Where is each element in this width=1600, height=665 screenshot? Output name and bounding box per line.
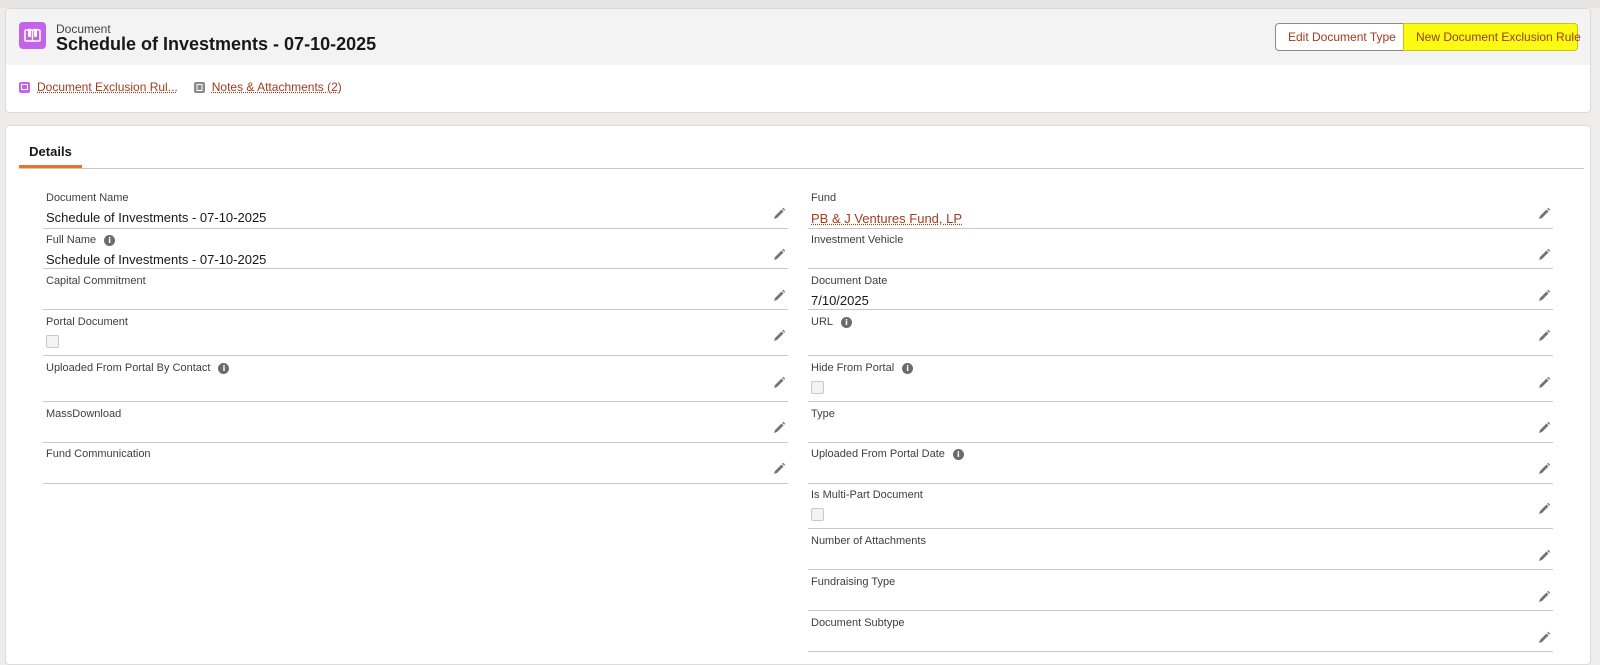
- field-fund-communication: Fund Communication: [43, 448, 788, 484]
- field-label: Document Date: [811, 275, 887, 287]
- field-label-text: Uploaded From Portal Date: [811, 448, 945, 460]
- tab-bar: Details: [19, 140, 1584, 169]
- field-label: Uploaded From Portal Date i: [811, 448, 964, 460]
- field-label: Fund: [811, 192, 836, 204]
- pencil-edit-icon[interactable]: [772, 376, 786, 390]
- field-label: Document Name: [46, 192, 129, 204]
- field-full-name: Full Name i Schedule of Investments - 07-…: [43, 234, 788, 269]
- field-investment-vehicle: Investment Vehicle: [808, 234, 1553, 269]
- record-header: Document Schedule of Investments - 07-10…: [5, 8, 1591, 113]
- info-icon[interactable]: i: [841, 317, 852, 328]
- pencil-edit-icon[interactable]: [1537, 462, 1551, 476]
- field-number-of-attachments: Number of Attachments: [808, 535, 1553, 570]
- field-type: Type: [808, 408, 1553, 443]
- field-fund: Fund PB & J Ventures Fund, LP: [808, 192, 1553, 229]
- file-icon: [194, 82, 205, 93]
- pencil-edit-icon[interactable]: [772, 329, 786, 343]
- field-label: URL i: [811, 316, 852, 328]
- field-document-date: Document Date 7/10/2025: [808, 275, 1553, 310]
- pencil-edit-icon[interactable]: [1537, 329, 1551, 343]
- field-label-text: URL: [811, 316, 833, 328]
- field-label: Portal Document: [46, 316, 128, 328]
- pencil-edit-icon[interactable]: [1537, 289, 1551, 303]
- field-uploaded-from-portal-by-contact: Uploaded From Portal By Contact i: [43, 362, 788, 402]
- field-value: Schedule of Investments - 07-10-2025: [46, 252, 266, 267]
- hide-from-portal-checkbox[interactable]: [811, 381, 824, 394]
- field-hide-from-portal: Hide From Portal i: [808, 362, 1553, 402]
- new-document-exclusion-rule-button[interactable]: New Document Exclusion Rule: [1403, 23, 1578, 51]
- pencil-edit-icon[interactable]: [1537, 590, 1551, 604]
- field-label: Fundraising Type: [811, 576, 895, 588]
- pencil-edit-icon[interactable]: [772, 421, 786, 435]
- pencil-edit-icon[interactable]: [1537, 207, 1551, 221]
- related-link-notes-attachments[interactable]: Notes & Attachments (2): [194, 80, 342, 94]
- pencil-edit-icon[interactable]: [1537, 549, 1551, 563]
- field-value: Schedule of Investments - 07-10-2025: [46, 210, 266, 225]
- field-label: Number of Attachments: [811, 535, 926, 547]
- field-label: MassDownload: [46, 408, 121, 420]
- pencil-edit-icon[interactable]: [1537, 376, 1551, 390]
- tab-details[interactable]: Details: [19, 140, 82, 168]
- field-value: 7/10/2025: [811, 293, 869, 308]
- pencil-edit-icon[interactable]: [772, 462, 786, 476]
- field-label-text: Hide From Portal: [811, 362, 894, 374]
- pencil-edit-icon[interactable]: [772, 248, 786, 262]
- pencil-edit-icon[interactable]: [772, 207, 786, 221]
- info-icon[interactable]: i: [902, 363, 913, 374]
- document-book-icon: [19, 82, 30, 93]
- field-label: Document Subtype: [811, 617, 905, 629]
- document-book-icon: [19, 22, 46, 49]
- field-label-text: Uploaded From Portal By Contact: [46, 362, 210, 374]
- details-panel: Details Document Name Schedule of Invest…: [5, 125, 1591, 665]
- fund-link[interactable]: PB & J Ventures Fund, LP: [811, 211, 962, 226]
- field-label-text: Full Name: [46, 234, 96, 246]
- field-fundraising-type: Fundraising Type: [808, 576, 1553, 611]
- record-title: Schedule of Investments - 07-10-2025: [56, 34, 376, 55]
- related-link-label[interactable]: Document Exclusion Rul...: [37, 80, 178, 94]
- field-capital-commitment: Capital Commitment: [43, 275, 788, 310]
- window-top-strip: [0, 0, 1600, 8]
- info-icon[interactable]: i: [953, 449, 964, 460]
- related-list-quick-links: Document Exclusion Rul... Notes & Attach…: [19, 80, 358, 94]
- field-label: Fund Communication: [46, 448, 151, 460]
- info-icon[interactable]: i: [218, 363, 229, 374]
- pencil-edit-icon[interactable]: [1537, 631, 1551, 645]
- pencil-edit-icon[interactable]: [1537, 502, 1551, 516]
- field-label: Is Multi-Part Document: [811, 489, 923, 501]
- field-label: Full Name i: [46, 234, 115, 246]
- field-label: Capital Commitment: [46, 275, 146, 287]
- field-uploaded-from-portal-date: Uploaded From Portal Date i: [808, 448, 1553, 484]
- field-url: URL i: [808, 316, 1553, 356]
- record-header-bar: Document Schedule of Investments - 07-10…: [6, 9, 1590, 65]
- field-document-name: Document Name Schedule of Investments - …: [43, 192, 788, 229]
- portal-document-checkbox[interactable]: [46, 335, 59, 348]
- pencil-edit-icon[interactable]: [1537, 421, 1551, 435]
- field-label: Investment Vehicle: [811, 234, 903, 246]
- related-link-exclusion-rules[interactable]: Document Exclusion Rul...: [19, 80, 178, 94]
- edit-document-type-button[interactable]: Edit Document Type: [1275, 23, 1404, 51]
- field-document-subtype: Document Subtype: [808, 617, 1553, 652]
- pencil-edit-icon[interactable]: [1537, 248, 1551, 262]
- info-icon[interactable]: i: [104, 235, 115, 246]
- field-label: Type: [811, 408, 835, 420]
- field-mass-download: MassDownload: [43, 408, 788, 443]
- field-portal-document: Portal Document: [43, 316, 788, 356]
- field-label: Uploaded From Portal By Contact i: [46, 362, 229, 374]
- field-is-multi-part-document: Is Multi-Part Document: [808, 489, 1553, 529]
- multi-part-document-checkbox[interactable]: [811, 508, 824, 521]
- pencil-edit-icon[interactable]: [772, 289, 786, 303]
- related-link-label[interactable]: Notes & Attachments (2): [212, 80, 342, 94]
- field-label: Hide From Portal i: [811, 362, 913, 374]
